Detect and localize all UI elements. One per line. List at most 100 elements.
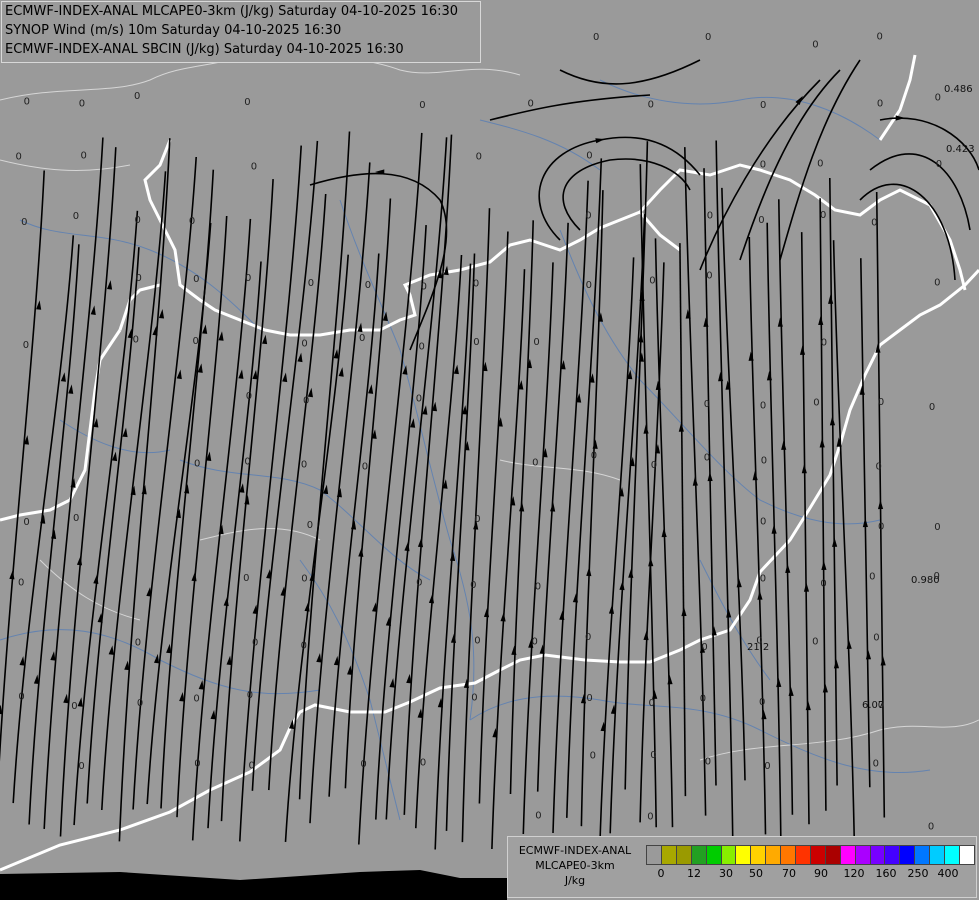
cin-zero-label: 0	[362, 461, 368, 472]
cin-zero-label: 0	[360, 759, 366, 770]
cin-zero-label: 0	[416, 578, 422, 589]
cin-zero-label: 0	[700, 693, 706, 704]
cin-zero-label: 0	[936, 159, 942, 170]
cin-zero-label: 0	[877, 99, 883, 110]
cin-zero-label: 0	[471, 693, 477, 704]
title-mlcape: ECMWF-INDEX-ANAL MLCAPE0-3km (J/kg) Satu…	[5, 4, 459, 19]
cin-zero-label: 0	[194, 459, 200, 470]
cin-zero-label: 0	[419, 100, 425, 111]
legend-tick-label: 250	[907, 867, 929, 880]
cin-zero-label: 0	[760, 400, 766, 411]
legend-swatch	[646, 845, 662, 865]
cin-zero-label: 0	[535, 811, 541, 822]
map-title-box: ECMWF-INDEX-ANAL MLCAPE0-3km (J/kg) Satu…	[1, 1, 481, 63]
cin-zero-label: 0	[650, 750, 656, 761]
legend-tick-label: 12	[687, 867, 701, 880]
cin-zero-label: 0	[307, 520, 313, 531]
title-sbcin: ECMWF-INDEX-ANAL SBCIN (J/kg) Saturday 0…	[5, 42, 404, 57]
cin-zero-label: 0	[18, 692, 24, 703]
legend-swatch	[854, 845, 871, 865]
cin-zero-label: 0	[760, 160, 766, 171]
cin-zero-label: 0	[476, 152, 482, 163]
legend-unit: J/kg	[564, 874, 586, 887]
cin-zero-label: 0	[705, 32, 711, 43]
cin-zero-label: 0	[303, 396, 309, 407]
cin-zero-label: 0	[244, 97, 250, 108]
cin-zero-label: 0	[133, 335, 139, 346]
cin-zero-label: 0	[23, 517, 29, 528]
title-synop-wind: SYNOP Wind (m/s) 10m Saturday 04-10-2025…	[5, 23, 342, 38]
legend-swatch	[809, 845, 826, 865]
legend-swatch	[735, 845, 752, 865]
cin-zero-label: 0	[193, 274, 199, 285]
cin-zero-label: 0	[705, 757, 711, 768]
cin-zero-label: 0	[21, 217, 27, 228]
cin-zero-label: 0	[591, 451, 597, 462]
cin-zero-label: 0	[817, 158, 823, 169]
cin-zero-label: 0	[704, 399, 710, 410]
cin-zero-label: 0	[648, 100, 654, 111]
cin-zero-label: 0	[244, 456, 250, 467]
cin-zero-label: 0	[873, 633, 879, 644]
legend-swatch	[705, 845, 722, 865]
cin-zero-label: 0	[252, 637, 258, 648]
cin-label-607: 6.07	[862, 700, 884, 711]
legend-swatch	[780, 845, 797, 865]
cin-zero-label: 0	[308, 278, 314, 289]
cin-zero-label: 0	[81, 151, 87, 162]
cin-zero-label: 0	[73, 513, 79, 524]
cin-zero-label: 0	[473, 279, 479, 290]
cin-zero-label: 0	[758, 215, 764, 226]
cin-zero-label: 0	[928, 822, 934, 833]
cin-zero-label: 0	[189, 216, 195, 227]
cin-zero-label: 0	[23, 340, 29, 351]
legend-swatch	[720, 845, 737, 865]
cin-zero-label: 0	[474, 514, 480, 525]
cin-zero-label: 0	[251, 162, 257, 173]
legend-model: ECMWF-INDEX-ANAL	[518, 844, 632, 857]
cin-zero-label: 0	[647, 812, 653, 823]
legend-param: MLCAPE0-3km	[535, 859, 615, 872]
cin-zero-label: 0	[135, 215, 141, 226]
cin-zero-label: 0	[586, 151, 592, 162]
cin-zero-label: 0	[585, 632, 591, 643]
cin-zero-label: 0	[421, 282, 427, 293]
cin-zero-label: 0	[532, 637, 538, 648]
legend-swatch	[899, 845, 916, 865]
cin-zero-label: 0	[877, 32, 883, 43]
legend-swatch	[660, 845, 677, 865]
cin-zero-label: 0	[761, 455, 767, 466]
cin-zero-label: 0	[246, 391, 252, 402]
cin-zero-label: 0	[365, 280, 371, 291]
cin-zero-label: 0	[535, 581, 541, 592]
cin-zero-label: 0	[821, 338, 827, 349]
cin-zero-label: 0	[419, 341, 425, 352]
legend-swatch	[750, 845, 767, 865]
legend-swatch	[765, 845, 782, 865]
cin-zero-label: 0	[701, 642, 707, 653]
cin-zero-label: 0	[78, 761, 84, 772]
legend-title: ECMWF-INDEX-ANAL MLCAPE0-3km J/kg	[508, 843, 642, 888]
legend-tick-label: 400	[937, 867, 959, 880]
cin-zero-label: 0	[585, 211, 591, 222]
cin-zero-label: 0	[301, 460, 307, 471]
cin-zero-label: 0	[245, 273, 251, 284]
legend-tick-label: 90	[814, 867, 828, 880]
cin-zero-label: 0	[359, 333, 365, 344]
cin-zero-label: 0	[71, 701, 77, 712]
cin-zero-label: 0	[136, 273, 142, 284]
legend-swatch	[869, 845, 886, 865]
legend-swatch	[884, 845, 901, 865]
cin-zero-label: 0	[194, 759, 200, 770]
cin-zero-label: 0	[301, 573, 307, 584]
legend-swatch	[675, 845, 692, 865]
cin-zero-label: 0	[876, 462, 882, 473]
color-legend: ECMWF-INDEX-ANAL MLCAPE0-3km J/kg 0 12 30 5…	[507, 836, 977, 898]
cin-zero-label: 0	[760, 573, 766, 584]
cin-zero-label: 0	[760, 517, 766, 528]
cin-zero-label: 0	[470, 580, 476, 591]
cin-zero-label: 0	[649, 698, 655, 709]
cin-zero-label: 0	[16, 152, 22, 163]
cin-zero-label: 0	[934, 278, 940, 289]
legend-tick-label: 50	[749, 867, 763, 880]
